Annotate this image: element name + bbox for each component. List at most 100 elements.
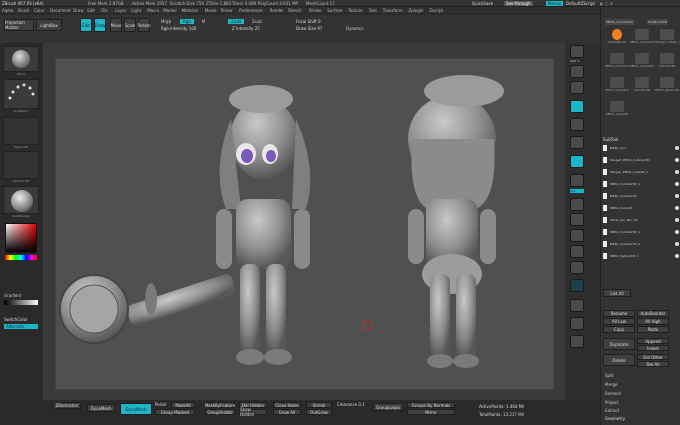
quicksave-button[interactable]: QuickSave	[472, 1, 493, 6]
tool-thumb[interactable]: PM3D_Sphere3D	[655, 75, 679, 92]
xyz-button[interactable]: Xyz	[570, 189, 584, 193]
alpha-thumbnail[interactable]	[3, 117, 39, 145]
subtool-row[interactable]: PM3D_Cube3D	[603, 203, 679, 212]
zsub-button[interactable]: Zsub	[252, 19, 262, 24]
tool-thumb[interactable]: PM3D_Cylinder3D	[605, 51, 629, 68]
scale-view-button[interactable]	[570, 229, 584, 242]
mask-by-feature-button[interactable]: MaskByFeature	[205, 402, 235, 408]
groups-by-normals-button[interactable]: Groups By Normals	[407, 402, 455, 408]
merge-menu[interactable]: Merge	[605, 382, 618, 387]
mrgb-button[interactable]: Mrgb	[161, 19, 171, 24]
tool-thumb[interactable]: Merged_CHAR_Gi	[655, 27, 679, 44]
project-menu[interactable]: Project	[605, 400, 619, 405]
subtool-row[interactable]: PM3D_Cylinder3D_1	[603, 179, 679, 188]
color-picker[interactable]	[5, 223, 37, 253]
tool-thumb[interactable]: Cylinder3D	[655, 51, 679, 68]
del-other-button[interactable]: Del Other	[637, 354, 669, 360]
menu-marker[interactable]: Marker	[163, 8, 177, 13]
projection-master-button[interactable]: Projection Master	[4, 19, 34, 31]
linefill-button[interactable]	[570, 261, 584, 274]
visibility-eye-icon[interactable]	[675, 157, 679, 162]
menu-macro[interactable]: Macro	[147, 8, 159, 13]
move-button[interactable]: Move	[110, 18, 122, 32]
tool-thumb[interactable]: TBrib_Cylinder3D	[605, 75, 629, 92]
show-hidden-button[interactable]: Show Hidden	[239, 407, 267, 417]
persp-button[interactable]	[570, 136, 584, 149]
material-thumbnail[interactable]	[3, 186, 39, 214]
menu-brush[interactable]: Brush	[18, 8, 30, 13]
outgrow-button[interactable]: OutGrow	[306, 409, 332, 415]
delete-button[interactable]: Delete	[603, 354, 635, 366]
menu-material[interactable]: Material	[182, 8, 198, 13]
clearance-slider[interactable]: Clearance 0.1	[337, 402, 365, 407]
subtool-row[interactable]: PM3D_Sphere3D_1	[603, 251, 679, 260]
menu-preferences[interactable]: Preferences	[239, 8, 263, 13]
subtool-row[interactable]: PM3D_Cylinder3D_1	[603, 227, 679, 236]
group-masked-button[interactable]: Group Masked	[155, 409, 195, 415]
bpr-button[interactable]	[570, 45, 584, 58]
group-visible-button[interactable]: GroupVisible	[205, 409, 235, 415]
viewport[interactable]	[55, 58, 554, 390]
duplicate-button[interactable]: Duplicate	[603, 338, 635, 350]
zremesher-button[interactable]: ZRemesher	[53, 402, 81, 409]
menu-layer[interactable]: Layer	[115, 8, 126, 13]
menu-picker[interactable]: Picker	[221, 8, 233, 13]
visibility-eye-icon[interactable]	[675, 253, 679, 258]
insert-button[interactable]: Insert	[637, 345, 669, 351]
visibility-eye-icon[interactable]	[675, 205, 679, 210]
rename-button[interactable]: Rename	[603, 310, 635, 317]
menu-draw[interactable]: Draw	[73, 8, 83, 13]
menu-movie[interactable]: Movie	[205, 8, 217, 13]
m-button[interactable]: M	[202, 19, 205, 24]
menu-surface[interactable]: Surface	[327, 8, 342, 13]
menu-zscript[interactable]: Zscript	[429, 8, 443, 13]
xpose-button[interactable]	[570, 335, 584, 348]
close-holes-button[interactable]: Close Holes	[273, 402, 301, 408]
visibility-eye-icon[interactable]	[675, 241, 679, 246]
move-view-button[interactable]	[570, 213, 584, 226]
all-low-button[interactable]: All Low	[603, 318, 635, 325]
alternate-button[interactable]: Alternate	[4, 324, 38, 329]
ghost-button[interactable]	[570, 299, 584, 312]
tool-thumb[interactable]: Cylinder3D	[630, 75, 654, 92]
floor-button[interactable]	[570, 155, 584, 168]
menu-tool[interactable]: Tool	[369, 8, 377, 13]
visibility-eye-icon[interactable]	[675, 193, 679, 198]
subtool-row[interactable]: Sticks_Sm_Bar_HP	[603, 215, 679, 224]
polish-toggle[interactable]: Polish	[155, 402, 167, 407]
menu-zplugin[interactable]: Zplugin	[408, 8, 423, 13]
grow-all-button[interactable]: Grow All	[273, 409, 301, 415]
zoom-button[interactable]	[570, 81, 584, 94]
switch-color-button[interactable]: SwitchColor	[4, 317, 28, 322]
tool-thumb[interactable]: SimpleBrush	[605, 27, 629, 44]
all-high-button[interactable]: All High	[637, 318, 669, 325]
menus-button[interactable]: Menus	[546, 1, 564, 6]
menu-stencil[interactable]: Stencil	[288, 8, 302, 13]
split-menu[interactable]: Split	[605, 373, 614, 378]
scroll-button[interactable]	[570, 65, 584, 78]
menu-edit[interactable]: Edit	[87, 8, 95, 13]
group-loops-button[interactable]: GroupLoops	[373, 403, 403, 411]
visibility-eye-icon[interactable]	[675, 145, 679, 150]
focal-shift-slider[interactable]: Focal Shift 0	[296, 19, 321, 24]
rgb-intensity-slider[interactable]: Rgb Intensity 100	[161, 26, 196, 31]
spix-slider[interactable]: SPix 3	[570, 59, 579, 63]
default-zscript-button[interactable]: DefaultZScript	[566, 1, 595, 6]
list-all-button[interactable]: List All	[603, 289, 631, 297]
visibility-eye-icon[interactable]	[675, 181, 679, 186]
draw-size-slider[interactable]: Draw Size 97	[296, 26, 322, 31]
solo-button[interactable]	[570, 317, 584, 330]
menu-stroke[interactable]: Stroke	[309, 8, 322, 13]
subtool-row[interactable]: PM3D_Cylinder3D	[603, 191, 679, 200]
local-button[interactable]	[570, 174, 584, 187]
rotate-button[interactable]: Rotate	[137, 18, 151, 32]
actual-button[interactable]	[570, 100, 584, 113]
gradient-toggle[interactable]: Gradient	[4, 293, 21, 298]
rotate-view-button[interactable]	[570, 245, 584, 258]
scale-button[interactable]: Scale	[124, 18, 136, 32]
geometry-menu[interactable]: Geometry	[605, 416, 625, 421]
tool-thumb[interactable]: PM3D_Cylinder3D	[630, 51, 654, 68]
stroke-thumbnail[interactable]	[3, 79, 39, 109]
subtool-row[interactable]: Merged_PM3D_Cube3D_1	[603, 167, 679, 176]
menu-alpha[interactable]: Alpha	[2, 8, 13, 13]
